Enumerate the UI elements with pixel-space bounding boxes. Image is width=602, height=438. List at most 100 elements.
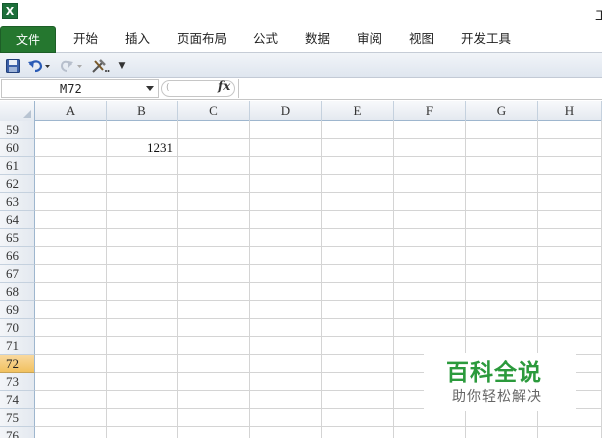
cell-g60[interactable]: [466, 139, 538, 157]
row-header-66[interactable]: 66: [0, 247, 35, 265]
undo-button[interactable]: [26, 57, 52, 74]
cell-d69[interactable]: [250, 301, 322, 319]
cell-d61[interactable]: [250, 157, 322, 175]
row-header-65[interactable]: 65: [0, 229, 35, 247]
cell-b76[interactable]: [106, 427, 178, 438]
cell-d65[interactable]: [250, 229, 322, 247]
cell-a63[interactable]: [35, 193, 107, 211]
cell-e68[interactable]: [322, 283, 394, 301]
excel-app-icon[interactable]: X: [2, 3, 18, 19]
row-header-68[interactable]: 68: [0, 283, 35, 301]
cell-b66[interactable]: [106, 247, 178, 265]
cell-c71[interactable]: [178, 337, 250, 355]
cell-a71[interactable]: [35, 337, 107, 355]
tab-7[interactable]: 视图: [409, 26, 434, 52]
cell-g68[interactable]: [466, 283, 538, 301]
cell-c72[interactable]: [178, 355, 250, 373]
row-header-71[interactable]: 71: [0, 337, 35, 355]
cell-f75[interactable]: [394, 409, 466, 427]
cell-h69[interactable]: [538, 301, 602, 319]
cell-d59[interactable]: [250, 121, 322, 139]
save-button[interactable]: [5, 57, 21, 74]
cell-b71[interactable]: [106, 337, 178, 355]
cell-a73[interactable]: [35, 373, 107, 391]
cell-d67[interactable]: [250, 265, 322, 283]
cell-f66[interactable]: [394, 247, 466, 265]
cell-b59[interactable]: [106, 121, 178, 139]
cell-a64[interactable]: [35, 211, 107, 229]
cell-a72[interactable]: [35, 355, 107, 373]
cell-c60[interactable]: [178, 139, 250, 157]
cell-e60[interactable]: [322, 139, 394, 157]
cell-a65[interactable]: [35, 229, 107, 247]
cell-f63[interactable]: [394, 193, 466, 211]
column-header-d[interactable]: D: [250, 101, 322, 121]
cell-b65[interactable]: [106, 229, 178, 247]
cell-d68[interactable]: [250, 283, 322, 301]
cell-h65[interactable]: [538, 229, 602, 247]
cell-h62[interactable]: [538, 175, 602, 193]
insert-function-button[interactable]: fx: [218, 79, 230, 93]
cell-a68[interactable]: [35, 283, 107, 301]
cell-c68[interactable]: [178, 283, 250, 301]
cell-d74[interactable]: [250, 391, 322, 409]
column-header-b[interactable]: B: [106, 101, 178, 121]
cell-e67[interactable]: [322, 265, 394, 283]
cell-e66[interactable]: [322, 247, 394, 265]
cell-c59[interactable]: [178, 121, 250, 139]
tab-3[interactable]: 页面布局: [177, 26, 227, 52]
cell-f70[interactable]: [394, 319, 466, 337]
cell-b74[interactable]: [106, 391, 178, 409]
cell-e62[interactable]: [322, 175, 394, 193]
cell-e70[interactable]: [322, 319, 394, 337]
cell-d63[interactable]: [250, 193, 322, 211]
cell-e69[interactable]: [322, 301, 394, 319]
column-header-f[interactable]: F: [394, 101, 466, 121]
cell-e61[interactable]: [322, 157, 394, 175]
cell-h61[interactable]: [538, 157, 602, 175]
cell-h67[interactable]: [538, 265, 602, 283]
row-header-62[interactable]: 62: [0, 175, 35, 193]
row-header-60[interactable]: 60: [0, 139, 35, 157]
tab-8[interactable]: 开发工具: [461, 26, 511, 52]
cell-a76[interactable]: [35, 427, 107, 438]
cell-d75[interactable]: [250, 409, 322, 427]
cell-f76[interactable]: [394, 427, 466, 438]
cell-a75[interactable]: [35, 409, 107, 427]
row-header-61[interactable]: 61: [0, 157, 35, 175]
cell-b62[interactable]: [106, 175, 178, 193]
cell-b68[interactable]: [106, 283, 178, 301]
cell-g64[interactable]: [466, 211, 538, 229]
cell-f60[interactable]: [394, 139, 466, 157]
cell-e74[interactable]: [322, 391, 394, 409]
cell-d71[interactable]: [250, 337, 322, 355]
cell-c75[interactable]: [178, 409, 250, 427]
row-header-59[interactable]: 59: [0, 121, 35, 139]
cell-d62[interactable]: [250, 175, 322, 193]
cell-h59[interactable]: [538, 121, 602, 139]
cell-b75[interactable]: [106, 409, 178, 427]
cell-b70[interactable]: [106, 319, 178, 337]
cell-a74[interactable]: [35, 391, 107, 409]
cell-d70[interactable]: [250, 319, 322, 337]
cell-g69[interactable]: [466, 301, 538, 319]
cell-a69[interactable]: [35, 301, 107, 319]
row-header-64[interactable]: 64: [0, 211, 35, 229]
cell-b64[interactable]: [106, 211, 178, 229]
cell-a62[interactable]: [35, 175, 107, 193]
cell-a66[interactable]: [35, 247, 107, 265]
cell-f62[interactable]: [394, 175, 466, 193]
redo-button[interactable]: [58, 57, 84, 74]
formula-input[interactable]: [238, 79, 601, 98]
cell-b61[interactable]: [106, 157, 178, 175]
cell-e75[interactable]: [322, 409, 394, 427]
tab-4[interactable]: 公式: [253, 26, 278, 52]
cell-f59[interactable]: [394, 121, 466, 139]
cell-g63[interactable]: [466, 193, 538, 211]
cell-a67[interactable]: [35, 265, 107, 283]
column-header-g[interactable]: G: [466, 101, 538, 121]
cell-g75[interactable]: [466, 409, 538, 427]
cell-c61[interactable]: [178, 157, 250, 175]
cell-c69[interactable]: [178, 301, 250, 319]
cell-g76[interactable]: [466, 427, 538, 438]
